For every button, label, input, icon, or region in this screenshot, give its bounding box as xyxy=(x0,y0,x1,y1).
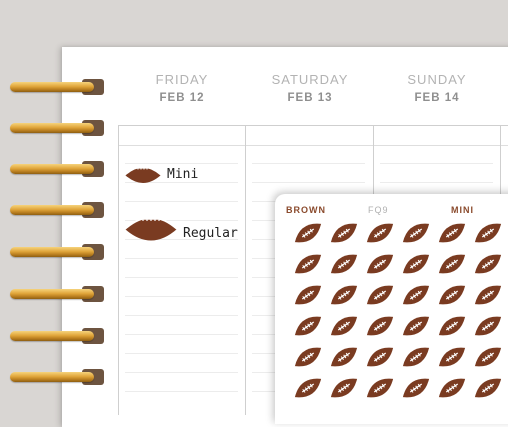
ruled-line xyxy=(125,296,238,297)
day-date: FEB 13 xyxy=(287,92,333,104)
football-sticker-icon xyxy=(470,249,506,279)
football-sticker-icon xyxy=(434,342,470,372)
football-sticker-icon xyxy=(470,218,506,248)
grid-column-line xyxy=(245,125,246,415)
sheet-size-label: MINI xyxy=(451,205,474,215)
day-header-friday: FRIDAY FEB 12 xyxy=(118,72,246,104)
ruled-line xyxy=(380,163,493,164)
football-sticker-icon xyxy=(362,218,398,248)
football-sticker-icon xyxy=(290,373,326,403)
football-sticker-icon xyxy=(290,249,326,279)
ruled-line xyxy=(125,334,238,335)
football-sticker-icon xyxy=(470,373,506,403)
sheet-color-label: BROWN xyxy=(286,205,326,215)
football-sticker-icon xyxy=(470,311,506,341)
football-sticker-icon xyxy=(434,249,470,279)
football-sticker-icon xyxy=(398,373,434,403)
day-header-sunday: SUNDAY FEB 14 xyxy=(373,72,501,104)
ruled-line xyxy=(125,372,238,373)
spiral-ring-icon xyxy=(10,243,104,261)
spiral-ring-icon xyxy=(10,285,104,303)
football-icon xyxy=(124,216,178,241)
ruled-line xyxy=(125,315,238,316)
football-sticker-icon xyxy=(326,249,362,279)
ruled-line xyxy=(125,201,238,202)
football-sticker-icon xyxy=(470,280,506,310)
football-sticker-icon xyxy=(326,280,362,310)
football-sticker-icon xyxy=(362,373,398,403)
football-sticker-icon xyxy=(434,218,470,248)
football-sticker-icon xyxy=(398,311,434,341)
ruled-line xyxy=(252,163,365,164)
sheet-code-label: FQ9 xyxy=(368,205,389,215)
football-sticker-icon xyxy=(398,218,434,248)
football-sticker-icon xyxy=(326,373,362,403)
day-name: SUNDAY xyxy=(407,72,467,87)
regular-label: Regular xyxy=(183,226,238,241)
day-name: SATURDAY xyxy=(271,72,349,87)
football-sticker-icon xyxy=(398,342,434,372)
football-sticker-icon xyxy=(290,218,326,248)
grid-column-line xyxy=(118,125,119,415)
football-sticker-icon xyxy=(290,311,326,341)
day-date: FEB 12 xyxy=(159,92,205,104)
football-sticker-icon xyxy=(326,311,362,341)
day-header-saturday: SATURDAY FEB 13 xyxy=(246,72,374,104)
ruled-line xyxy=(125,391,238,392)
football-icon xyxy=(124,166,162,183)
football-sticker-icon xyxy=(362,342,398,372)
football-sticker-icon xyxy=(434,373,470,403)
day-date: FEB 14 xyxy=(414,92,460,104)
day-name: FRIDAY xyxy=(155,72,209,87)
ruled-line xyxy=(125,277,238,278)
football-sticker-icon xyxy=(434,280,470,310)
grid-top-border xyxy=(118,125,508,126)
football-sticker-icon xyxy=(398,249,434,279)
spiral-ring-icon xyxy=(10,78,104,96)
spiral-ring-icon xyxy=(10,160,104,178)
football-sticker-icon xyxy=(362,249,398,279)
football-sticker-icon xyxy=(362,280,398,310)
ruled-line xyxy=(380,182,493,183)
spiral-ring-icon xyxy=(10,327,104,345)
mini-label: Mini xyxy=(167,167,199,182)
football-sticker-icon xyxy=(398,280,434,310)
ruled-line xyxy=(252,182,365,183)
spiral-ring-icon xyxy=(10,119,104,137)
grid-header-divider xyxy=(118,145,508,146)
ruled-line xyxy=(125,258,238,259)
football-sticker-icon xyxy=(290,280,326,310)
football-sticker-icon xyxy=(434,311,470,341)
football-sticker-icon xyxy=(326,218,362,248)
ruled-line xyxy=(125,353,238,354)
football-sticker-icon xyxy=(326,342,362,372)
football-sticker-icon xyxy=(290,342,326,372)
football-sticker-icon xyxy=(470,342,506,372)
football-sticker-icon xyxy=(362,311,398,341)
spiral-ring-icon xyxy=(10,368,104,386)
spiral-ring-icon xyxy=(10,201,104,219)
